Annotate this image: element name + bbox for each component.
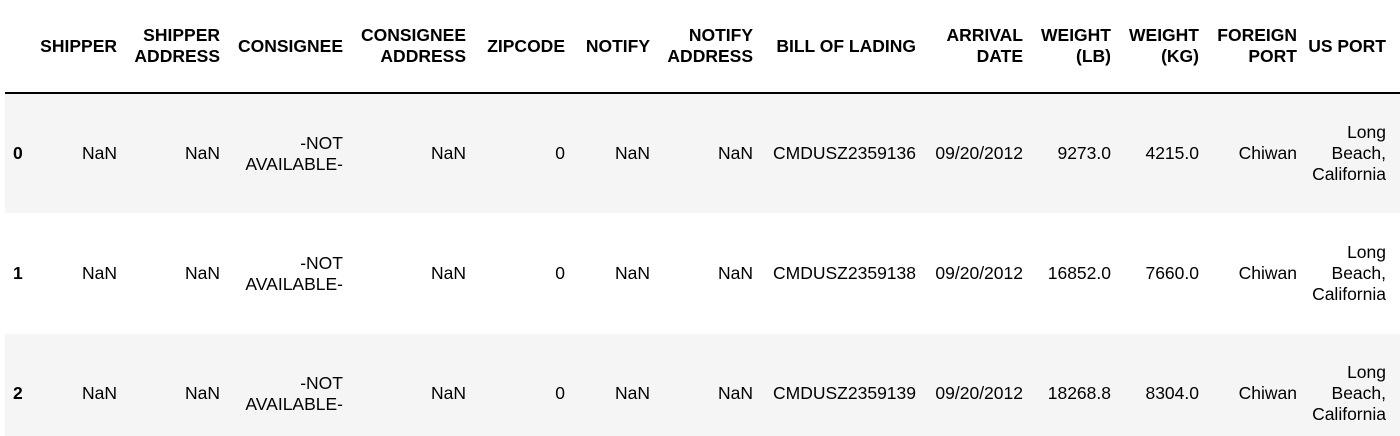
- table-row: 2 NaN NaN -NOT AVAILABLE- NaN 0 NaN NaN …: [5, 333, 1400, 436]
- row-index: 2: [5, 333, 39, 436]
- cell-consignee-address: NaN: [351, 93, 474, 214]
- cell-weight-lb: 9273.0: [1031, 93, 1119, 214]
- cell-weight-kg: 4215.0: [1119, 93, 1207, 214]
- cell-zipcode: 0: [474, 213, 573, 334]
- column-header-us-port: US PORT: [1305, 0, 1394, 94]
- cell-shipper-address: NaN: [125, 93, 228, 214]
- column-header-notify: NOTIFY: [573, 0, 658, 94]
- cell-notify-address: NaN: [658, 333, 761, 436]
- column-header-bill-of-lading: BILL OF LADING: [761, 0, 924, 94]
- dataframe-output: SHIPPER SHIPPER ADDRESS CONSIGNEE CONSIG…: [0, 0, 1400, 436]
- row-index: 0: [5, 93, 39, 214]
- column-header-truncated: (: [1394, 0, 1400, 94]
- cell-bill-of-lading: CMDUSZ2359138: [761, 213, 924, 334]
- column-header-consignee-address: CONSIGNEE ADDRESS: [351, 0, 474, 94]
- cell-shipper-address: NaN: [125, 213, 228, 334]
- column-header-foreign-port: FOREIGN PORT: [1207, 0, 1305, 94]
- cell-shipper: NaN: [39, 333, 125, 436]
- cell-shipper: NaN: [39, 213, 125, 334]
- cell-consignee-address: NaN: [351, 333, 474, 436]
- cell-consignee: -NOT AVAILABLE-: [228, 333, 351, 436]
- dataframe-table: SHIPPER SHIPPER ADDRESS CONSIGNEE CONSIG…: [5, 0, 1400, 436]
- cell-notify: NaN: [573, 213, 658, 334]
- cell-arrival-date: 09/20/2012: [924, 213, 1031, 334]
- column-header-shipper: SHIPPER: [39, 0, 125, 94]
- row-index: 1: [5, 213, 39, 334]
- column-header-weight-kg: WEIGHT (KG): [1119, 0, 1207, 94]
- column-header-arrival-date: ARRIVAL DATE: [924, 0, 1031, 94]
- column-header-index: [5, 0, 39, 94]
- column-header-consignee: CONSIGNEE: [228, 0, 351, 94]
- column-header-zipcode: ZIPCODE: [474, 0, 573, 94]
- cell-us-port: Long Beach, California: [1305, 93, 1394, 214]
- cell-weight-lb: 18268.8: [1031, 333, 1119, 436]
- cell-notify-address: NaN: [658, 213, 761, 334]
- column-header-shipper-address: SHIPPER ADDRESS: [125, 0, 228, 94]
- cell-notify: NaN: [573, 333, 658, 436]
- cell-foreign-port: Chiwan: [1207, 213, 1305, 334]
- cell-zipcode: 0: [474, 93, 573, 214]
- cell-truncated: [1394, 333, 1400, 436]
- cell-bill-of-lading: CMDUSZ2359136: [761, 93, 924, 214]
- cell-us-port: Long Beach, California: [1305, 333, 1394, 436]
- cell-shipper: NaN: [39, 93, 125, 214]
- cell-foreign-port: Chiwan: [1207, 333, 1305, 436]
- table-row: 0 NaN NaN -NOT AVAILABLE- NaN 0 NaN NaN …: [5, 93, 1400, 214]
- cell-consignee-address: NaN: [351, 213, 474, 334]
- cell-notify: NaN: [573, 93, 658, 214]
- cell-consignee: -NOT AVAILABLE-: [228, 213, 351, 334]
- cell-notify-address: NaN: [658, 93, 761, 214]
- header-row: SHIPPER SHIPPER ADDRESS CONSIGNEE CONSIG…: [5, 0, 1400, 94]
- cell-weight-kg: 8304.0: [1119, 333, 1207, 436]
- cell-bill-of-lading: CMDUSZ2359139: [761, 333, 924, 436]
- cell-arrival-date: 09/20/2012: [924, 333, 1031, 436]
- cell-arrival-date: 09/20/2012: [924, 93, 1031, 214]
- cell-truncated: [1394, 213, 1400, 334]
- column-header-weight-lb: WEIGHT (LB): [1031, 0, 1119, 94]
- cell-consignee: -NOT AVAILABLE-: [228, 93, 351, 214]
- cell-zipcode: 0: [474, 333, 573, 436]
- table-row: 1 NaN NaN -NOT AVAILABLE- NaN 0 NaN NaN …: [5, 213, 1400, 334]
- cell-weight-kg: 7660.0: [1119, 213, 1207, 334]
- cell-weight-lb: 16852.0: [1031, 213, 1119, 334]
- cell-shipper-address: NaN: [125, 333, 228, 436]
- cell-us-port: Long Beach, California: [1305, 213, 1394, 334]
- cell-foreign-port: Chiwan: [1207, 93, 1305, 214]
- cell-truncated: [1394, 93, 1400, 214]
- column-header-notify-address: NOTIFY ADDRESS: [658, 0, 761, 94]
